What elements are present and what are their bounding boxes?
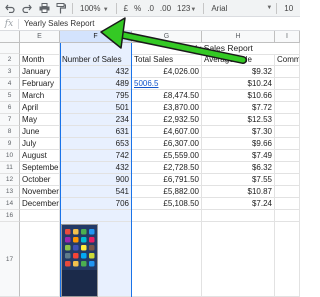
annotation-arrow: [100, 17, 247, 64]
arrow-head-icon: [100, 17, 126, 49]
